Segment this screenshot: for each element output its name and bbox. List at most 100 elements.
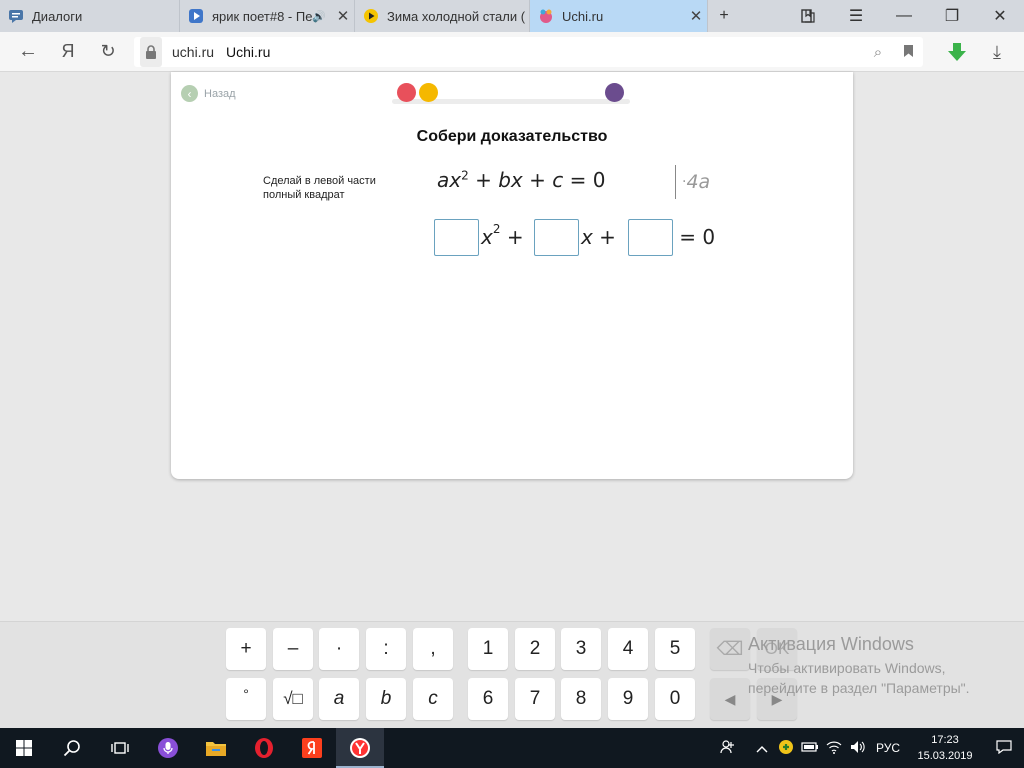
answer-input-3[interactable] (628, 218, 674, 256)
wifi-icon[interactable] (822, 740, 846, 757)
opera-icon[interactable] (240, 728, 288, 768)
instruction-line: полный квадрат (263, 189, 345, 201)
tab-title: Зима холодной стали ( (387, 8, 526, 24)
key-divide[interactable]: : (366, 628, 406, 670)
var-x: x (481, 225, 493, 249)
clock-date: 15.03.2019 (917, 750, 973, 762)
key-0[interactable]: 0 (655, 678, 695, 720)
key-9[interactable]: 9 (608, 678, 648, 720)
bookmark-icon[interactable] (893, 44, 923, 61)
key-4[interactable]: 4 (608, 628, 648, 670)
volume-icon[interactable] (846, 740, 870, 757)
search-icon[interactable]: ⌕ (863, 44, 893, 61)
tab-uchi[interactable]: Uchi.ru ✕ (530, 0, 708, 32)
chevron-up-icon[interactable] (750, 741, 774, 756)
key-3[interactable]: 3 (561, 628, 601, 670)
new-tab-icon[interactable]: + (708, 0, 740, 32)
shield-tray-icon[interactable] (774, 739, 798, 758)
windows-start-icon[interactable] (0, 728, 48, 768)
bookmarks-panel-icon[interactable] (784, 0, 832, 32)
video-icon (188, 8, 204, 24)
tab-music[interactable]: Зима холодной стали ( (355, 0, 530, 32)
yandex-home-icon[interactable]: Я (48, 32, 88, 72)
key-b[interactable]: b (366, 678, 406, 720)
download-manager-icon[interactable] (942, 37, 972, 67)
instruction-line: Сделай в левой части (263, 175, 376, 187)
close-window-icon[interactable]: ✕ (976, 0, 1024, 32)
clock-time: 17:23 (931, 734, 959, 746)
cursor-left-icon[interactable]: ◀ (710, 678, 750, 720)
answer-input-1[interactable] (434, 218, 479, 256)
key-degree[interactable]: ° (226, 678, 266, 720)
file-explorer-icon[interactable] (192, 728, 240, 768)
url-field[interactable]: uchi.ru Uchi.ru ⌕ (134, 37, 923, 67)
progress-dot-3 (605, 83, 624, 102)
key-label: c (428, 688, 438, 709)
key-multiply[interactable]: · (319, 628, 359, 670)
notifications-icon[interactable] (984, 739, 1024, 757)
key-minus[interactable]: – (273, 628, 313, 670)
key-8[interactable]: 8 (561, 678, 601, 720)
menu-icon[interactable]: ☰ (832, 0, 880, 32)
equals-zero: = 0 (563, 168, 606, 192)
watermark-line: Чтобы активировать Windows, (748, 660, 946, 676)
key-7[interactable]: 7 (515, 678, 555, 720)
page-title: Собери доказательство (416, 128, 608, 145)
yandex-icon[interactable] (288, 728, 336, 768)
lock-icon[interactable] (140, 37, 162, 67)
key-a[interactable]: a (319, 678, 359, 720)
backspace-icon[interactable]: ⌫ (710, 628, 750, 670)
term-b: bx (498, 168, 523, 192)
clock[interactable]: 17:23 15.03.2019 (906, 732, 984, 764)
key-5[interactable]: 5 (655, 628, 695, 670)
close-tab-icon[interactable]: ✕ (332, 7, 354, 25)
progress-dot-2 (419, 83, 438, 102)
key-comma[interactable]: , (413, 628, 453, 670)
progress-dot-1 (397, 83, 416, 102)
url-page-title: Uchi.ru (226, 44, 271, 60)
source-equation: ax2 + bx + c = 0 (437, 168, 605, 192)
activation-watermark-title: Активация Windows (748, 634, 914, 654)
close-tab-icon[interactable]: ✕ (685, 7, 707, 25)
key-c[interactable]: c (413, 678, 453, 720)
multiplier-value: 4a (686, 171, 711, 193)
tab-video[interactable]: ярик поет#8 - Пе 🔊 ✕ (180, 0, 355, 32)
alice-voice-icon[interactable] (144, 728, 192, 768)
back-link[interactable]: ‹ Назад (181, 85, 236, 102)
downloads-icon[interactable]: ⤓ (982, 37, 1012, 67)
uchi-icon (538, 8, 554, 24)
back-arrow-icon[interactable]: ← (8, 32, 48, 72)
battery-icon[interactable] (798, 741, 822, 756)
term-c: c (552, 168, 564, 192)
reload-icon[interactable]: ↻ (88, 32, 128, 72)
key-2[interactable]: 2 (515, 628, 555, 670)
term-a: ax (437, 168, 462, 192)
tab-strip: Диалоги ярик поет#8 - Пе 🔊 ✕ Зима холодн… (0, 0, 1024, 32)
back-label: Назад (204, 87, 236, 100)
minimize-icon[interactable]: — (880, 0, 928, 32)
restore-icon[interactable]: ❐ (928, 0, 976, 32)
url-domain: uchi.ru (172, 44, 215, 60)
key-sqrt[interactable]: √□ (273, 678, 313, 720)
tab-title: ярик поет#8 - Пе (212, 8, 313, 24)
play-icon (363, 8, 379, 24)
key-6[interactable]: 6 (468, 678, 508, 720)
instruction: Сделай в левой части полный квадрат (263, 174, 376, 202)
exponent: 2 (492, 222, 501, 236)
yandex-browser-icon[interactable] (336, 728, 384, 768)
people-icon[interactable] (716, 739, 740, 758)
tab-title: Диалоги (32, 8, 83, 24)
search-icon[interactable] (48, 728, 96, 768)
system-tray: РУС 17:23 15.03.2019 (716, 728, 1024, 768)
answer-input-2[interactable] (533, 218, 579, 256)
address-bar: ← Я ↻ uchi.ru Uchi.ru ⌕ ⤓ (0, 32, 1024, 72)
answer-equation: x2 + x + = 0 (434, 218, 715, 256)
key-plus[interactable]: + (226, 628, 266, 670)
speaker-icon[interactable]: 🔊 (312, 10, 326, 23)
activation-watermark-text: Чтобы активировать Windows, перейдите в … (748, 658, 970, 698)
language-indicator[interactable]: РУС (870, 741, 906, 755)
key-1[interactable]: 1 (468, 628, 508, 670)
task-view-icon[interactable] (96, 728, 144, 768)
plus-sign: + (592, 225, 623, 249)
tab-dialogs[interactable]: Диалоги (0, 0, 180, 32)
